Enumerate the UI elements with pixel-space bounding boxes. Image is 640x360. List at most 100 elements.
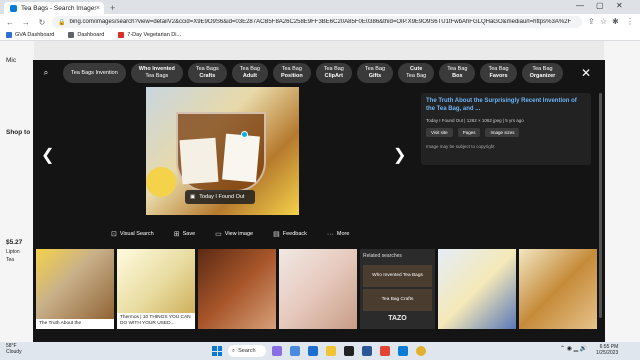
related-searches-heading: Related searches <box>363 253 402 259</box>
related-search-crafts[interactable]: Tea Bag Crafts <box>363 289 432 311</box>
save-button[interactable]: ⊞ Save <box>174 230 195 238</box>
search-icon: ⌕ <box>232 347 236 354</box>
thumbnail[interactable] <box>438 249 516 329</box>
thumbnail[interactable]: Thermos | 10 THINGS YOU CAN DO WITH YOUR… <box>117 249 195 329</box>
feedback-button[interactable]: ▤ Feedback <box>273 230 307 238</box>
tab-tea-bags[interactable]: Tea Bags - Search Images × <box>4 2 104 14</box>
close-tab-icon[interactable]: × <box>96 5 100 12</box>
lock-icon: 🔒 <box>58 19 66 26</box>
system-tray-icons[interactable]: ⌃ ◉ ▁ 🔊 <box>560 345 587 352</box>
chip-adult[interactable]: Tea Bag Adult <box>231 63 268 83</box>
minimize-icon[interactable]: — <box>576 1 584 10</box>
start-icon[interactable] <box>212 346 222 356</box>
chip-invention[interactable]: Tea Bags Invention <box>63 63 126 83</box>
tea-bag-shape <box>222 133 260 183</box>
search-icon[interactable]: ⌕ <box>39 66 53 80</box>
bookmark-icon <box>6 32 12 38</box>
action-bar: ⊡ Visual Search ⊞ Save ▭ View image ▤ Feedba… <box>111 230 369 239</box>
extensions-icon[interactable]: ✱ <box>612 17 619 26</box>
mail-icon[interactable] <box>398 346 408 356</box>
view-image-icon: ▭ <box>215 231 222 238</box>
forward-icon[interactable]: → <box>20 18 32 27</box>
store-icon[interactable] <box>344 346 354 356</box>
copyright-note: Image may be subject to copyright <box>426 144 495 149</box>
app-icon[interactable] <box>380 346 390 356</box>
thumbnail-caption: The Truth About the <box>36 319 114 329</box>
thumbnail[interactable] <box>198 249 276 329</box>
bing-favicon-icon <box>10 4 17 12</box>
next-arrow-icon[interactable]: ❯ <box>393 145 406 165</box>
close-icon[interactable]: ✕ <box>581 66 591 80</box>
image-detail-overlay: ⌕ Tea Bags Invention Who Invented Tea Bag… <box>33 60 605 342</box>
word-icon[interactable] <box>362 346 372 356</box>
chip-favors[interactable]: Tea Bag Favors <box>480 63 517 83</box>
url-text: bing.com/images/search?view=detailV2&cci… <box>69 19 572 25</box>
scrollbar[interactable] <box>599 93 602 318</box>
browser-toolbar: ← → ↻ 🔒 bing.com/images/search?view=deta… <box>0 14 640 30</box>
bookmark-dashboard[interactable]: Dashboard <box>68 32 104 38</box>
thumbnail[interactable] <box>279 249 357 329</box>
view-image-button[interactable]: ▭ View image <box>215 230 253 238</box>
chip-box[interactable]: Tea Bag Box <box>439 63 476 83</box>
more-icon: ··· <box>326 230 334 238</box>
star-icon[interactable]: ☆ <box>600 17 607 26</box>
thumbnail-caption: Thermos | 10 THINGS YOU CAN DO WITH YOUR… <box>117 313 195 329</box>
file-explorer-icon[interactable] <box>326 346 336 356</box>
chat-icon[interactable] <box>290 346 300 356</box>
thumbnail[interactable] <box>519 249 597 329</box>
back-icon[interactable]: ← <box>4 18 16 27</box>
chip-position[interactable]: Tea Bag Position <box>272 63 311 83</box>
image-title-link[interactable]: The Truth About the Surprisingly Recent … <box>426 98 586 113</box>
clock[interactable]: 6:55 PM 1/25/2023 <box>596 344 618 356</box>
chip-who-invented[interactable]: Who Invented Tea Bags <box>130 63 183 83</box>
bookmark-gva[interactable]: GVA Dashboard <box>6 32 54 38</box>
background-right-column <box>604 41 640 342</box>
tea-bag-shape <box>179 137 219 185</box>
related-searches-panel: Related searches Who Invented Tea Bags T… <box>360 249 435 329</box>
visual-search-hotspot-icon[interactable] <box>241 131 248 138</box>
pages-button[interactable]: Pages <box>457 128 481 137</box>
lemon-shape <box>146 167 176 197</box>
more-button[interactable]: ··· More <box>327 230 350 238</box>
tazo-text: TAZO <box>388 315 407 322</box>
taskbar: 58°F Cloudy ⌕ Search ⌃ ◉ ▁ 🔊 6:55 PM 1/2… <box>0 342 640 360</box>
weather-widget[interactable]: 58°F Cloudy <box>6 343 22 355</box>
reload-icon[interactable]: ↻ <box>36 18 48 27</box>
image-info-panel: The Truth About the Surprisingly Recent … <box>421 93 591 165</box>
image-sizes-button[interactable]: Image sizes <box>485 128 520 137</box>
close-window-icon[interactable]: ✕ <box>616 1 623 10</box>
image-meta: Today I Found Out | 1262 × 1062 jpeg | 5… <box>426 118 524 123</box>
chip-gifts[interactable]: Tea Bag Gifts <box>356 63 394 83</box>
background-left-column: Mic Shop to $5.27 Lipton Tea <box>0 41 34 342</box>
tab-title: Tea Bags - Search Images <box>21 4 96 12</box>
bookmarks-bar: GVA Dashboard Dashboard 7-Day Vegetarian… <box>0 30 640 41</box>
previous-arrow-icon[interactable]: ❮ <box>41 145 54 165</box>
taskview-icon[interactable] <box>272 346 282 356</box>
visit-site-button[interactable]: Visit site <box>426 128 453 137</box>
related-chips: Tea Bags Invention Who Invented Tea Bags … <box>63 63 568 85</box>
chip-clipart[interactable]: Tea Bag ClipArt <box>315 63 352 83</box>
thumbnail[interactable]: The Truth About the <box>36 249 114 329</box>
maximize-icon[interactable]: ▢ <box>596 1 604 10</box>
share-icon[interactable]: ⇪ <box>588 17 595 26</box>
chip-cute[interactable]: Cute Tea Bag <box>398 63 435 83</box>
source-badge[interactable]: ▣ Today I Found Out <box>185 190 255 204</box>
source-logo-icon: ▣ <box>190 194 196 200</box>
tab-strip: Tea Bags - Search Images × + — ▢ ✕ <box>0 0 640 14</box>
related-images-strip: The Truth About the Thermos | 10 THINGS … <box>33 248 605 329</box>
save-icon: ⊞ <box>173 231 180 238</box>
bookmark-icon <box>118 32 125 38</box>
menu-icon[interactable]: ⋮ <box>626 17 634 26</box>
chrome-icon[interactable] <box>416 346 426 356</box>
visual-search-button[interactable]: ⊡ Visual Search <box>111 230 154 238</box>
bookmark-vegetarian[interactable]: 7-Day Vegetarian Di... <box>118 32 181 38</box>
edge-icon[interactable] <box>308 346 318 356</box>
chip-crafts[interactable]: Tea Bags Crafts <box>187 63 227 83</box>
visual-search-icon: ⊡ <box>111 231 117 238</box>
taskbar-search[interactable]: ⌕ Search <box>228 345 266 357</box>
related-search-who-invented[interactable]: Who Invented Tea Bags <box>363 265 432 287</box>
bookmark-icon <box>68 32 75 38</box>
new-tab-button[interactable]: + <box>110 3 115 13</box>
chip-organizer[interactable]: Tea Bag Organizer <box>521 63 564 83</box>
address-bar[interactable]: 🔒 bing.com/images/search?view=detailV2&c… <box>52 16 582 28</box>
